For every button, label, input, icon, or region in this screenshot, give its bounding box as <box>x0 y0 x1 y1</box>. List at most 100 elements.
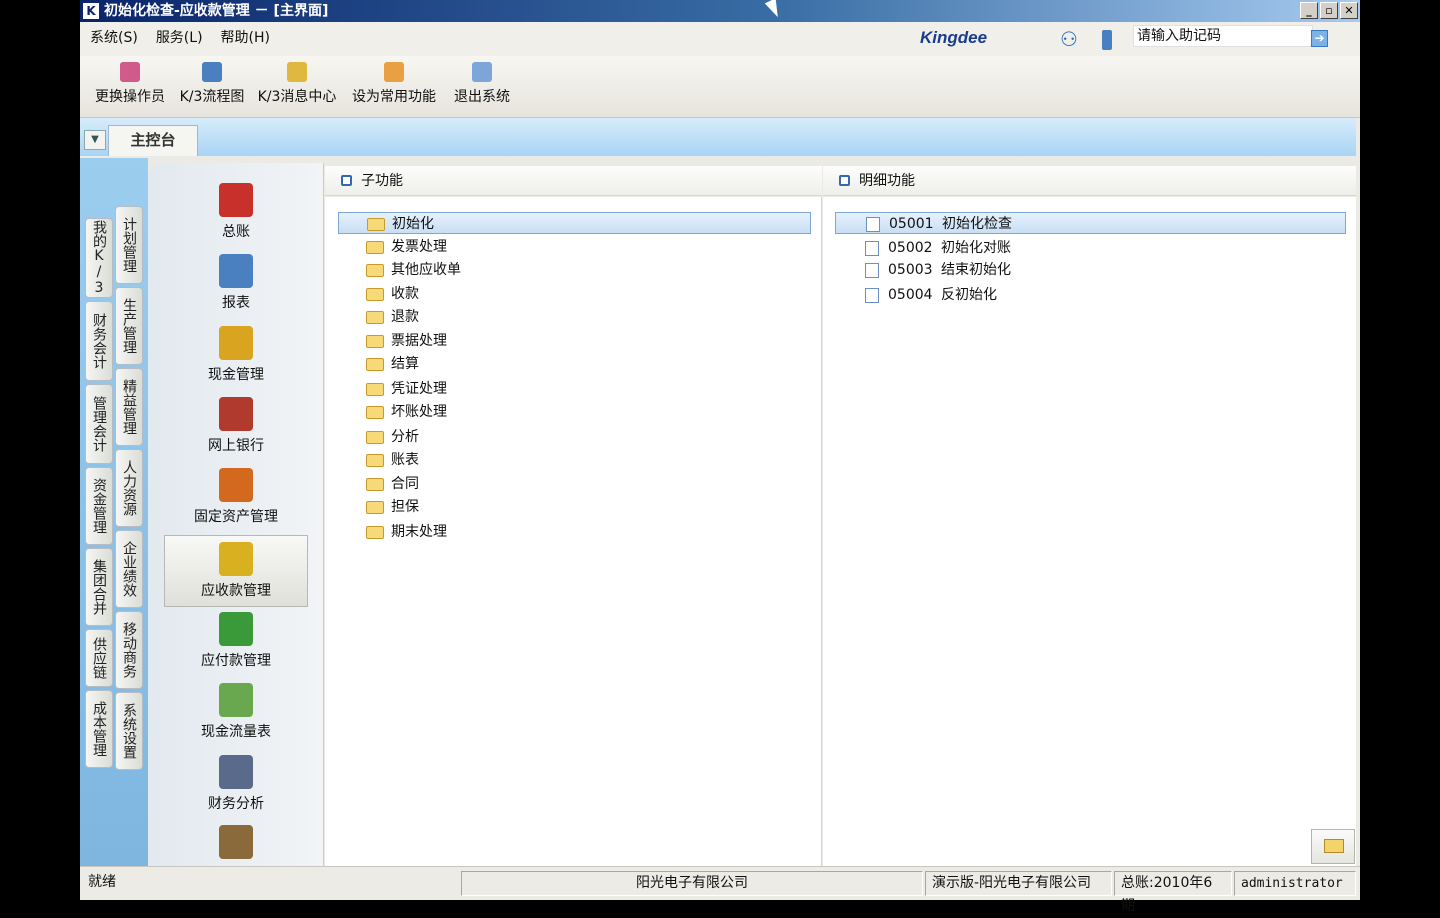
subfunction-item[interactable]: 初始化 <box>338 212 811 234</box>
folder-icon <box>366 454 384 467</box>
folder-icon <box>366 311 384 324</box>
folder-icon <box>366 383 384 396</box>
folder-icon <box>366 501 384 514</box>
toolbar: 更换操作员 K/3流程图 K/3消息中心 设为常用功能 退出系统 <box>80 56 1360 118</box>
module-more[interactable] <box>164 819 308 863</box>
detail-item[interactable]: 05002 初始化对账 <box>835 237 1346 259</box>
nav-lean[interactable]: 精益管理 <box>115 368 143 446</box>
assist-code-input[interactable]: 请输入助记码 <box>1133 25 1313 47</box>
category-nav: 我的K/3 财务会计 管理会计 资金管理 集团合并 供应链 成本管理 计划管理 … <box>80 158 148 866</box>
module-cash-management[interactable]: 现金管理 <box>164 320 308 392</box>
nav-fund-management[interactable]: 资金管理 <box>85 467 113 545</box>
status-period: 总账:2010年6期 <box>1114 871 1232 914</box>
subfunction-item[interactable]: 凭证处理 <box>338 378 811 400</box>
bank-icon <box>219 397 253 431</box>
subfunction-item[interactable]: 分析 <box>338 426 811 448</box>
module-online-bank[interactable]: 网上银行 <box>164 391 308 463</box>
module-payables[interactable]: 应付款管理 <box>164 606 308 678</box>
chevron-down-icon[interactable]: ▼ <box>84 130 106 150</box>
detail-item[interactable]: 05003 结束初始化 <box>835 259 1346 281</box>
detail-pane: 05001 初始化检查 05002 初始化对账 05003 结束初始化 05004 反初… <box>823 197 1356 866</box>
folder-icon <box>366 431 384 444</box>
app-window: K 初始化检查-应收款管理 － [主界面] _ ▫ ✕ 系统(S) 服务(L) … <box>80 0 1360 914</box>
nav-my-k3[interactable]: 我的K/3 <box>85 218 113 298</box>
exit-system-button[interactable]: 退出系统 <box>448 62 516 106</box>
minimize-button[interactable]: _ <box>1300 2 1318 19</box>
module-general-ledger[interactable]: 总账 <box>164 177 308 249</box>
envelope-icon <box>1324 839 1344 853</box>
folder-icon <box>366 264 384 277</box>
subfunction-item[interactable]: 坏账处理 <box>338 401 811 423</box>
nav-performance[interactable]: 企业绩效 <box>115 530 143 608</box>
module-receivables[interactable]: 应收款管理 <box>164 535 308 607</box>
module-financial-analysis[interactable]: 财务分析 <box>164 749 308 821</box>
status-bar: 就绪 阳光电子有限公司 演示版-阳光电子有限公司 总账:2010年6期 admi… <box>80 866 1360 914</box>
module-reports[interactable]: 报表 <box>164 248 308 320</box>
restore-button[interactable]: ▫ <box>1320 2 1338 19</box>
nav-supply-chain[interactable]: 供应链 <box>85 629 113 687</box>
cash-calculator-icon <box>219 326 253 360</box>
window-controls: _ ▫ ✕ <box>1300 2 1358 19</box>
nav-management-accounting[interactable]: 管理会计 <box>85 384 113 464</box>
flowchart-button[interactable]: K/3流程图 <box>172 62 252 106</box>
header-square-icon <box>341 175 352 186</box>
set-favorite-button[interactable]: 设为常用功能 <box>346 62 442 106</box>
folder-icon <box>366 335 384 348</box>
menu-system[interactable]: 系统(S) <box>90 27 138 47</box>
flowchart-icon <box>202 62 222 82</box>
detail-item[interactable]: 05004 反初始化 <box>835 284 1346 306</box>
change-operator-icon <box>120 62 140 82</box>
go-arrow-icon[interactable]: ➔ <box>1311 30 1328 47</box>
community-icon[interactable]: ⚇ <box>1060 27 1078 51</box>
subfunction-item[interactable]: 收款 <box>338 283 811 305</box>
status-account-set: 演示版-阳光电子有限公司 <box>925 871 1112 896</box>
nav-cost-management[interactable]: 成本管理 <box>85 690 113 768</box>
module-cash-flow[interactable]: 现金流量表 <box>164 677 308 749</box>
tab-main-console[interactable]: 主控台 <box>108 125 198 156</box>
status-user: administrator <box>1234 871 1356 896</box>
message-center-button[interactable]: K/3消息中心 <box>252 62 342 106</box>
subfunction-item[interactable]: 合同 <box>338 473 811 495</box>
favorite-icon <box>384 62 404 82</box>
menu-help[interactable]: 帮助(H) <box>221 27 270 47</box>
document-icon <box>865 263 879 278</box>
nav-hr[interactable]: 人力资源 <box>115 449 143 527</box>
nav-group-consolidation[interactable]: 集团合并 <box>85 548 113 626</box>
subfunction-item[interactable]: 退款 <box>338 306 811 328</box>
folder-icon <box>366 406 384 419</box>
module-fixed-assets[interactable]: 固定资产管理 <box>164 462 308 534</box>
report-icon <box>219 254 253 288</box>
subfunction-item[interactable]: 票据处理 <box>338 330 811 352</box>
message-center-icon <box>287 62 307 82</box>
nav-planning[interactable]: 计划管理 <box>115 206 143 284</box>
kingdee-logo: Kingdee <box>920 28 988 47</box>
truck-icon <box>219 468 253 502</box>
title-bar: K 初始化检查-应收款管理 － [主界面] _ ▫ ✕ <box>80 0 1360 22</box>
subfunction-item[interactable]: 期末处理 <box>338 521 811 543</box>
header-square-icon <box>839 175 850 186</box>
menu-service[interactable]: 服务(L) <box>156 27 203 47</box>
folder-icon <box>366 241 384 254</box>
change-operator-button[interactable]: 更换操作员 <box>86 62 174 106</box>
folder-open-icon <box>367 218 385 231</box>
subfunction-item[interactable]: 担保 <box>338 496 811 518</box>
close-button[interactable]: ✕ <box>1340 2 1358 19</box>
nav-financial-accounting[interactable]: 财务会计 <box>85 301 113 381</box>
mail-button[interactable] <box>1311 829 1355 864</box>
gear-money-icon <box>219 825 253 859</box>
document-icon <box>865 288 879 303</box>
detail-item[interactable]: 05001 初始化检查 <box>835 212 1346 234</box>
subfunction-item[interactable]: 结算 <box>338 353 811 375</box>
document-icon <box>866 217 880 232</box>
cash-flow-icon <box>219 683 253 717</box>
subfunction-item[interactable]: 账表 <box>338 449 811 471</box>
subfunction-item[interactable]: 发票处理 <box>338 236 811 258</box>
exit-icon <box>472 62 492 82</box>
mobile-icon[interactable] <box>1102 30 1112 50</box>
folder-icon <box>366 478 384 491</box>
subfunction-item[interactable]: 其他应收单 <box>338 259 811 281</box>
nav-production[interactable]: 生产管理 <box>115 287 143 365</box>
folder-icon <box>366 288 384 301</box>
nav-mobile-business[interactable]: 移动商务 <box>115 611 143 689</box>
nav-system-settings[interactable]: 系统设置 <box>115 692 143 770</box>
